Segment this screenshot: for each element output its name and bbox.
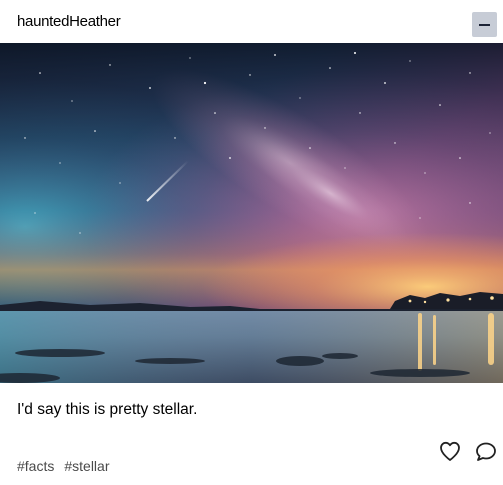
heart-icon <box>440 441 460 461</box>
post-card: hauntedHeather I'd say this is pretty st… <box>0 0 503 485</box>
minus-icon <box>479 24 490 26</box>
tag-stellar[interactable]: #stellar <box>64 457 109 475</box>
speech-bubble-icon <box>476 442 496 461</box>
comment-button[interactable] <box>474 440 498 464</box>
post-photo <box>0 43 503 383</box>
collapse-button[interactable] <box>472 12 497 37</box>
post-caption: I'd say this is pretty stellar. <box>17 401 198 418</box>
post-username[interactable]: hauntedHeather <box>17 13 121 31</box>
post-tags: #facts #stellar <box>17 457 110 475</box>
tag-facts[interactable]: #facts <box>17 457 54 475</box>
like-button[interactable] <box>438 439 462 463</box>
post-header: hauntedHeather <box>0 0 503 43</box>
